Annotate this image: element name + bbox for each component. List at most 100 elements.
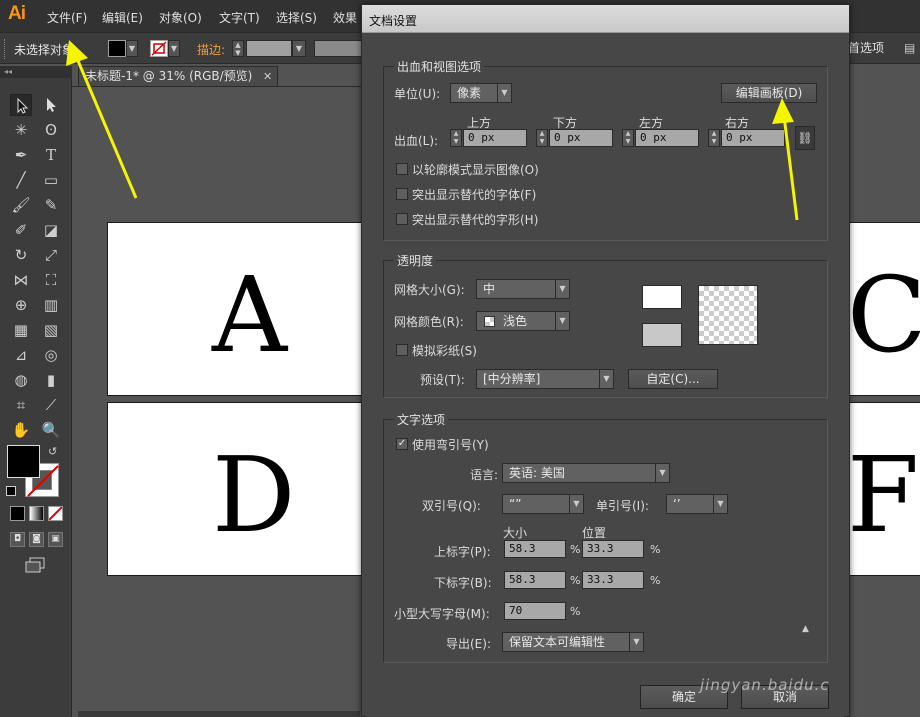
menu-edit[interactable]: 编辑(E) bbox=[102, 9, 143, 26]
stroke-dropdown-arrow[interactable]: ▼ bbox=[168, 40, 180, 57]
single-quotes-value: ‘’ bbox=[673, 497, 681, 511]
panel-grip-handle[interactable] bbox=[4, 39, 7, 59]
menu-select[interactable]: 选择(S) bbox=[276, 9, 317, 26]
zoom-tool-icon[interactable]: 🔍 bbox=[40, 419, 62, 441]
lasso-tool-icon[interactable]: ʘ bbox=[40, 119, 62, 141]
blend-tool-icon[interactable]: ◎ bbox=[40, 344, 62, 366]
stroke-color-swatch[interactable] bbox=[150, 40, 168, 57]
bleed-top-field[interactable]: 0 px bbox=[463, 129, 527, 147]
use-quotes-checkbox[interactable]: ✓ bbox=[396, 438, 408, 450]
rotate-tool-icon[interactable]: ↻ bbox=[10, 244, 32, 266]
bleed-left-field[interactable]: 0 px bbox=[635, 129, 699, 147]
pencil-tool-icon[interactable]: ✎ bbox=[40, 194, 62, 216]
gradient-mode-button[interactable] bbox=[29, 506, 44, 521]
none-mode-button[interactable] bbox=[48, 506, 63, 521]
magic-wand-tool-icon[interactable]: ✳ bbox=[10, 119, 32, 141]
draw-normal-icon[interactable]: ◘ bbox=[10, 532, 25, 547]
menu-file[interactable]: 文件(F) bbox=[47, 9, 87, 26]
artboard-tool-icon[interactable]: ⌗ bbox=[10, 394, 32, 416]
preferences-button[interactable]: 首选项 bbox=[848, 38, 898, 58]
screen-mode-icon[interactable] bbox=[24, 557, 46, 573]
shape-builder-tool-icon[interactable]: ⊕ bbox=[10, 294, 32, 316]
grid-color-dark-swatch[interactable] bbox=[642, 323, 682, 347]
menu-effect[interactable]: 效果 bbox=[333, 9, 357, 26]
superscript-size-field[interactable]: 58.3 bbox=[504, 540, 566, 558]
hand-tool-icon[interactable]: ✋ bbox=[10, 419, 32, 441]
custom-button[interactable]: 自定(C)... bbox=[628, 369, 718, 389]
stroke-label: 描边: bbox=[197, 43, 226, 57]
close-icon[interactable]: ✕ bbox=[263, 67, 272, 86]
edit-artboards-button[interactable]: 编辑画板(D) bbox=[721, 83, 817, 103]
simulate-paper-checkbox[interactable] bbox=[396, 344, 408, 356]
tools-panel-collapse-icon[interactable]: ◂◂ bbox=[0, 66, 72, 78]
double-quotes-dropdown[interactable]: “” ▼ bbox=[502, 494, 584, 514]
subscript-size-field[interactable]: 58.3 bbox=[504, 571, 566, 589]
grid-color-light-swatch[interactable] bbox=[642, 285, 682, 309]
fill-color-swatch[interactable] bbox=[108, 40, 126, 57]
group-title: 文字选项 bbox=[394, 411, 449, 428]
preset-dropdown[interactable]: [中分辨率] ▼ bbox=[476, 369, 614, 389]
selection-tool-icon[interactable] bbox=[10, 94, 32, 116]
menu-type[interactable]: 文字(T) bbox=[219, 9, 260, 26]
stroke-weight-dropdown[interactable]: ▼ bbox=[292, 40, 306, 57]
language-dropdown[interactable]: 英语: 美国 ▼ bbox=[502, 463, 670, 483]
dialog-titlebar[interactable]: 文档设置 bbox=[362, 5, 849, 33]
control-field[interactable] bbox=[314, 40, 362, 57]
grid-color-dropdown[interactable]: 浅色 ▼ bbox=[476, 311, 570, 331]
bleed-left-stepper[interactable]: ▲ ▼ bbox=[622, 129, 634, 147]
show-outline-checkbox[interactable] bbox=[396, 163, 408, 175]
draw-inside-icon[interactable]: ▣ bbox=[48, 532, 63, 547]
symbol-sprayer-tool-icon[interactable]: ◍ bbox=[10, 369, 32, 391]
stroke-weight-field[interactable] bbox=[246, 40, 292, 57]
color-mode-button[interactable] bbox=[10, 506, 25, 521]
bleed-top-stepper[interactable]: ▲ ▼ bbox=[450, 129, 462, 147]
rectangle-tool-icon[interactable]: ▭ bbox=[40, 169, 62, 191]
direct-selection-tool-icon[interactable] bbox=[40, 94, 62, 116]
blob-brush-tool-icon[interactable]: ✐ bbox=[10, 219, 32, 241]
grid-size-dropdown[interactable]: 中 ▼ bbox=[476, 279, 570, 299]
gradient-tool-icon[interactable]: ▧ bbox=[40, 319, 62, 341]
fill-dropdown-arrow[interactable]: ▼ bbox=[126, 40, 138, 57]
draw-behind-icon[interactable]: ◙ bbox=[29, 532, 44, 547]
slice-tool-icon[interactable]: ⟋ bbox=[40, 394, 62, 416]
single-quotes-dropdown[interactable]: ‘’ ▼ bbox=[666, 494, 728, 514]
subscript-position-field[interactable]: 33.3 bbox=[582, 571, 644, 589]
bleed-right-field[interactable]: 0 px bbox=[721, 129, 785, 147]
highlight-glyphs-checkbox[interactable] bbox=[396, 213, 408, 225]
resize-grip-icon[interactable]: ▲ bbox=[802, 624, 809, 634]
highlight-fonts-checkbox[interactable] bbox=[396, 188, 408, 200]
bleed-right-stepper[interactable]: ▲ ▼ bbox=[708, 129, 720, 147]
fill-swatch[interactable] bbox=[7, 445, 40, 478]
eyedropper-tool-icon[interactable]: ⊿ bbox=[10, 344, 32, 366]
graph-tool-icon[interactable]: ▥ bbox=[40, 294, 62, 316]
link-icon[interactable]: ⛓ bbox=[795, 126, 815, 150]
type-tool-icon[interactable]: T bbox=[40, 144, 62, 166]
bleed-bottom-field[interactable]: 0 px bbox=[549, 129, 613, 147]
free-transform-tool-icon[interactable]: ⛶ bbox=[40, 269, 62, 291]
bleed-bottom-stepper[interactable]: ▲ ▼ bbox=[536, 129, 548, 147]
default-colors-icon[interactable] bbox=[6, 486, 16, 496]
show-outline-label: 以轮廓模式显示图像(O) bbox=[412, 163, 539, 177]
swap-fill-stroke-icon[interactable]: ↺ bbox=[48, 445, 57, 458]
panel-menu-icon[interactable]: ▤ bbox=[904, 38, 918, 58]
export-dropdown[interactable]: 保留文本可编辑性 ▼ bbox=[502, 632, 644, 652]
artboard-a[interactable]: A bbox=[107, 222, 367, 396]
paintbrush-tool-icon[interactable]: 🖌 bbox=[10, 194, 32, 216]
line-tool-icon[interactable]: ╱ bbox=[10, 169, 32, 191]
status-bar bbox=[78, 711, 360, 717]
percent-unit: % bbox=[570, 605, 581, 618]
eraser-tool-icon[interactable]: ◪ bbox=[40, 219, 62, 241]
unit-dropdown[interactable]: 像素 ▼ bbox=[450, 83, 512, 103]
scale-tool-icon[interactable]: ⤢ bbox=[40, 244, 62, 266]
menu-object[interactable]: 对象(O) bbox=[159, 9, 202, 26]
width-tool-icon[interactable]: ⋈ bbox=[10, 269, 32, 291]
use-quotes-label: 使用弯引号(Y) bbox=[412, 438, 489, 452]
superscript-position-field[interactable]: 33.3 bbox=[582, 540, 644, 558]
artboard-d[interactable]: D bbox=[107, 402, 367, 576]
column-graph-tool-icon[interactable]: ▮ bbox=[40, 369, 62, 391]
stroke-weight-stepper[interactable]: ▲ ▼ bbox=[232, 40, 244, 57]
mesh-tool-icon[interactable]: ▦ bbox=[10, 319, 32, 341]
document-tab[interactable]: 未标题-1* @ 31% (RGB/预览) ✕ bbox=[78, 66, 278, 86]
small-caps-field[interactable]: 70 bbox=[504, 602, 566, 620]
pen-tool-icon[interactable]: ✒ bbox=[10, 144, 32, 166]
